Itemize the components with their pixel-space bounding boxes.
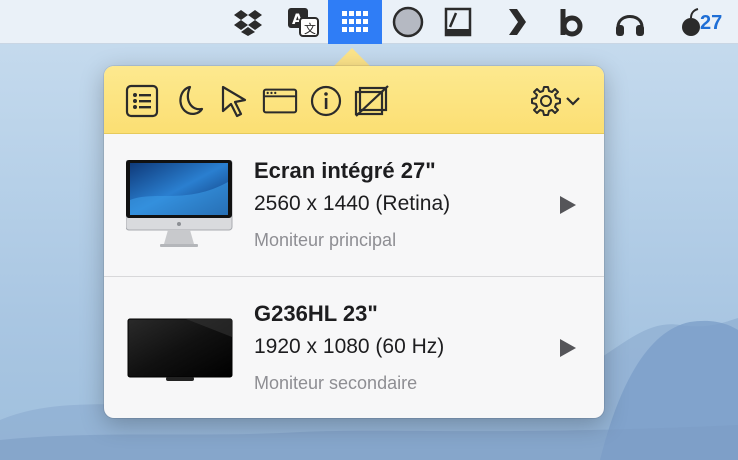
badge-count: 27 (700, 12, 723, 34)
popover-arrow (334, 48, 370, 66)
circle-icon[interactable] (386, 0, 430, 44)
disk-icon[interactable] (436, 0, 480, 44)
translate-icon[interactable]: A 文 (282, 0, 324, 44)
display-name: Ecran intégré 27" (254, 158, 436, 183)
display-row-secondary[interactable]: G236HL 23" 1920 x 1080 (60 Hz) Moniteur … (104, 277, 604, 418)
info-icon[interactable] (308, 83, 344, 119)
display-row-primary[interactable]: Ecran intégré 27" 2560 x 1440 (Retina) M… (104, 134, 604, 276)
no-display-icon[interactable] (354, 83, 390, 119)
cursor-icon[interactable] (216, 83, 252, 119)
badge-icon[interactable] (680, 0, 702, 44)
submenu-arrow-icon[interactable] (556, 194, 578, 216)
imac-icon (126, 160, 233, 247)
submenu-arrow-icon[interactable] (556, 337, 578, 359)
headphones-icon[interactable] (608, 0, 652, 44)
b-icon[interactable] (552, 0, 592, 44)
window-icon[interactable] (262, 83, 298, 119)
display-menu-popover: Ecran intégré 27" 2560 x 1440 (Retina) M… (104, 66, 604, 418)
svg-text:文: 文 (304, 21, 316, 36)
moon-icon[interactable] (170, 83, 206, 119)
display-resolution: 1920 x 1080 (60 Hz) (254, 335, 445, 358)
display-role: Moniteur secondaire (254, 373, 418, 393)
dropbox-icon[interactable] (228, 0, 268, 44)
display-grid-icon[interactable] (328, 0, 382, 44)
menubar: A 文 27 (0, 0, 738, 44)
chevron-right-icon[interactable] (500, 0, 534, 44)
tv-monitor-icon (127, 318, 233, 381)
list-icon[interactable] (124, 83, 160, 119)
display-role: Moniteur principal (254, 230, 397, 250)
gear-icon[interactable] (528, 83, 584, 119)
popover-toolbar (104, 66, 604, 134)
display-resolution: 2560 x 1440 (Retina) (254, 192, 451, 215)
display-name: G236HL 23" (254, 301, 378, 326)
